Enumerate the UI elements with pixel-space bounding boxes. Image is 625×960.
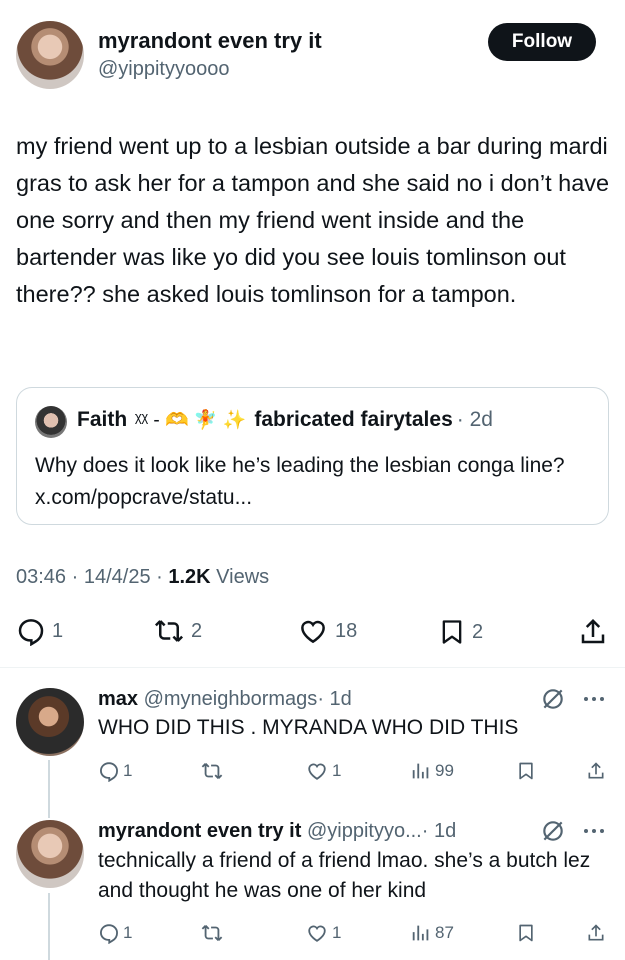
share-icon[interactable] — [586, 760, 606, 782]
like-icon — [301, 620, 325, 644]
bookmark-icon[interactable] — [516, 922, 536, 944]
reply-like-button[interactable]: 1 — [305, 922, 341, 944]
author-avatar[interactable] — [16, 21, 84, 89]
share-icon[interactable] — [586, 922, 606, 944]
reply-avatar[interactable] — [16, 820, 84, 888]
views-icon — [412, 763, 429, 779]
repost-button[interactable]: 2 — [153, 616, 202, 646]
views-label: Views — [216, 566, 270, 588]
quote-card[interactable]: Faith ᵡᵡ - 🫶 🧚 ✨ fabricated fairytales ·… — [16, 387, 609, 525]
share-icon — [581, 618, 605, 644]
post-time: 03:46 — [16, 566, 67, 588]
grok-icon[interactable] — [540, 818, 566, 844]
bookmark-button[interactable]: 2 — [438, 616, 483, 648]
reply-reply-count: 1 — [123, 761, 133, 780]
views-count: 1.2K — [168, 566, 211, 588]
reply-header: myrandont even try it @yippityyo...· 1d — [98, 820, 456, 843]
bookmark-count: 2 — [472, 620, 484, 643]
like-button[interactable]: 18 — [297, 616, 357, 646]
reply-header: max @myneighbormags· 1d — [98, 688, 352, 711]
reply-repost-button[interactable] — [200, 760, 224, 782]
post-meta: 03:46 · 14/4/25 · 1.2K Views — [16, 566, 270, 588]
post-text: my friend went up to a lesbian outside a… — [16, 133, 610, 307]
repost-icon — [201, 925, 223, 941]
reply-reply-count: 1 — [123, 923, 133, 942]
more-icon[interactable] — [582, 692, 606, 706]
reply-reply-button[interactable]: 1 — [98, 760, 132, 782]
reply-text: technically a friend of a friend lmao. s… — [98, 849, 591, 902]
repost-count: 2 — [191, 619, 203, 642]
reply-count: 1 — [52, 619, 64, 642]
quote-header: Faith ᵡᵡ - 🫶 🧚 ✨ fabricated fairytales ·… — [77, 408, 493, 432]
bookmark-icon[interactable] — [516, 760, 536, 782]
thread-line — [48, 893, 50, 960]
reply-like-count: 1 — [332, 923, 342, 942]
reply-author-name[interactable]: myrandont even try it — [98, 820, 301, 842]
quote-author-deco: ᵡᵡ - 🫶 🧚 ✨ — [135, 410, 247, 431]
reply-icon — [100, 924, 118, 944]
views-icon — [412, 925, 429, 941]
quote-text: Why does it look like he’s leading the l… — [35, 454, 565, 509]
reply-text: WHO DID THIS . MYRANDA WHO DID THIS — [98, 716, 519, 739]
reply-like-count: 1 — [332, 761, 342, 780]
reply-icon — [100, 762, 118, 782]
author-handle[interactable]: @yippityyoooo — [98, 58, 229, 81]
reply-like-button[interactable]: 1 — [305, 760, 341, 782]
reply-avatar[interactable] — [16, 688, 84, 756]
like-count: 18 — [335, 619, 358, 642]
quote-author-prefix: Faith — [77, 408, 128, 431]
reply-author-name[interactable]: max — [98, 688, 138, 710]
quote-avatar — [35, 406, 67, 438]
post-date: 14/4/25 — [83, 566, 151, 588]
share-button[interactable] — [578, 616, 608, 648]
like-icon — [308, 925, 326, 942]
follow-button[interactable]: Follow — [488, 23, 596, 61]
quote-author-suffix: fabricated fairytales — [254, 408, 453, 431]
reply-author-handle[interactable]: @yippityyo... — [307, 820, 422, 842]
grok-icon[interactable] — [540, 686, 566, 712]
reply-views-button[interactable]: 87 — [410, 922, 454, 944]
author-name[interactable]: myrandont even try it — [98, 28, 322, 54]
reply-icon — [18, 619, 44, 646]
reply-views-count: 87 — [435, 923, 454, 942]
reply-age: · 1d — [421, 820, 457, 842]
repost-icon — [201, 763, 223, 779]
reply-button[interactable]: 1 — [16, 616, 63, 646]
quote-age: · 2d — [456, 408, 493, 431]
divider — [0, 667, 625, 668]
reply-repost-button[interactable] — [200, 922, 224, 944]
reply-author-handle[interactable]: @myneighbormags — [144, 688, 318, 710]
reply-views-count: 99 — [435, 761, 454, 780]
repost-icon — [154, 620, 184, 642]
reply-reply-button[interactable]: 1 — [98, 922, 132, 944]
more-icon[interactable] — [582, 824, 606, 838]
reply-views-button[interactable]: 99 — [410, 760, 454, 782]
thread-line — [48, 760, 50, 818]
bookmark-icon — [442, 620, 462, 644]
like-icon — [308, 763, 326, 780]
reply-age: · 1d — [317, 688, 352, 710]
